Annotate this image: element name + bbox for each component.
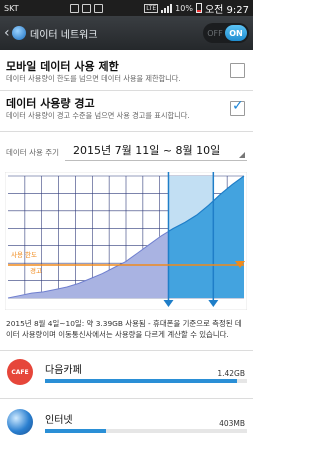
divider <box>0 350 253 351</box>
data-warning-title: 데이터 사용량 경고 <box>6 97 95 110</box>
data-limit-setting[interactable]: 모바일 데이터 사용 제한 데이터 사용량이 한도를 넘으면 데이터 사용을 제… <box>0 60 253 84</box>
usage-bar <box>45 429 106 433</box>
data-warning-checkbox[interactable]: ✓ <box>230 98 245 116</box>
back-arrow-icon[interactable]: ‹ <box>4 25 12 41</box>
data-cycle-label: 데이터 사용 주기 <box>6 148 60 157</box>
warning-label: 경고 <box>30 266 42 275</box>
notification-icon <box>93 3 103 13</box>
toggle-off-label: OFF <box>207 28 223 38</box>
page-title: 데이터 네트워크 <box>30 29 98 41</box>
ie-icon <box>7 409 33 435</box>
toggle-on-label: ON <box>225 25 247 41</box>
action-bar: ‹ 데이터 네트워크 OFF ON <box>0 16 253 50</box>
app-data-size: 1.42GB <box>217 369 245 378</box>
app-usage-row[interactable]: CAFE 다음카페 1.42GB <box>0 354 253 394</box>
dropdown-corner-icon <box>239 152 245 158</box>
mobile-data-toggle[interactable]: OFF ON <box>203 23 249 43</box>
usage-bar <box>45 379 237 383</box>
app-usage-row[interactable]: 인터넷 403MB <box>0 404 253 444</box>
app-name: 인터넷 <box>45 415 73 426</box>
usage-summary: 2015년 8월 4일~10일: 약 3.39GB 사용됨 - 휴대폰을 기준으… <box>6 319 242 339</box>
data-warning-description: 데이터 사용량이 경고 수준을 넘으면 사용 경고를 표시합니다. <box>6 111 190 120</box>
usage-chart[interactable]: 사용 한도 경고 <box>5 172 247 310</box>
data-warning-setting[interactable]: 데이터 사용량 경고 데이터 사용량이 경고 수준을 넘으면 사용 경고를 표시… <box>0 97 253 121</box>
app-name: 다음카페 <box>45 365 82 376</box>
cafe-icon: CAFE <box>7 359 33 385</box>
notification-icon <box>69 3 79 13</box>
limit-label: 사용 한도 <box>11 250 37 259</box>
data-cycle-value: 2015년 7월 11일 ~ 8월 10일 <box>73 143 221 157</box>
divider <box>0 90 253 91</box>
battery-icon <box>195 3 202 13</box>
carrier-label: SKT <box>4 3 19 13</box>
data-limit-title: 모바일 데이터 사용 제한 <box>6 60 119 73</box>
checkmark-icon: ✓ <box>232 98 244 114</box>
divider <box>0 131 253 132</box>
status-bar: SKT LTE 10% 오전 9:27 <box>0 0 253 16</box>
battery-percent: 10% <box>175 3 193 13</box>
data-limit-description: 데이터 사용량이 한도를 넘으면 데이터 사용을 제한합니다. <box>6 74 181 83</box>
cafe-icon-text: CAFE <box>11 368 29 376</box>
divider <box>0 398 253 399</box>
clock: 오전 9:27 <box>204 4 249 16</box>
data-limit-checkbox[interactable] <box>230 63 245 78</box>
notification-icon <box>81 3 91 13</box>
app-data-size: 403MB <box>219 419 245 428</box>
network-type-label: LTE <box>144 3 159 13</box>
data-cycle-dropdown[interactable]: 2015년 7월 11일 ~ 8월 10일 <box>65 139 247 161</box>
notification-icons <box>29 3 145 13</box>
signal-icon <box>161 3 173 13</box>
data-network-icon <box>12 26 26 40</box>
